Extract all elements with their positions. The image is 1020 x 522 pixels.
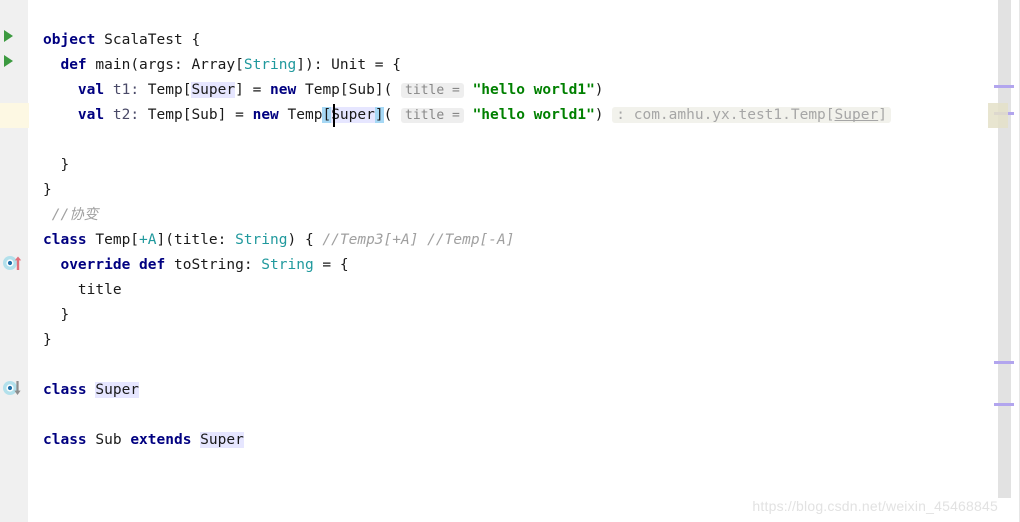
- bracket-close: ]: [235, 82, 244, 98]
- param-hint-title[interactable]: title =: [401, 83, 464, 98]
- code-line-17[interactable]: class Sub extends Super: [29, 428, 988, 453]
- bracket-close: ]: [217, 107, 227, 123]
- keyword-class: class: [43, 232, 87, 248]
- variable-t1: t1:: [112, 82, 140, 98]
- run-main-method-icon[interactable]: [4, 55, 13, 67]
- code-line-4[interactable]: val t2: Temp[Sub] = new Temp[Super]( tit…: [29, 103, 988, 128]
- generic-super-usage: Super: [331, 107, 375, 123]
- temp-bracket-open: Temp[: [147, 82, 192, 98]
- type-array: Array[: [191, 57, 244, 73]
- scrollbar-thumb[interactable]: [998, 0, 1011, 498]
- code-line-9[interactable]: class Temp[+A](title: String) { //Temp3[…: [29, 228, 988, 253]
- variable-t2: t2:: [112, 107, 140, 123]
- keyword-extends: extends: [130, 432, 192, 448]
- type-string: String: [235, 232, 288, 248]
- keyword-def: def: [139, 257, 166, 273]
- temp-bracket-open: Temp[: [304, 82, 349, 98]
- type-hint-path: com.amhu.yx.test1.Temp[: [633, 107, 835, 123]
- code-area[interactable]: object ScalaTest { def main(args: Array[…: [29, 0, 988, 522]
- brace-close: }: [60, 157, 70, 173]
- assign-open-brace: = {: [322, 257, 349, 273]
- bracket-close-matched: ]: [374, 107, 384, 123]
- identifier-title: title: [77, 282, 122, 298]
- class-name-sub: Sub: [95, 432, 122, 448]
- generic-sub: Sub: [348, 82, 375, 98]
- paren-open: (: [383, 82, 393, 98]
- code-line-3[interactable]: val t1: Temp[Super] = new Temp[Sub]( tit…: [29, 78, 988, 103]
- comment-covariance: //协变: [51, 207, 99, 223]
- temp-ctor-params: ](title:: [156, 232, 227, 248]
- class-name-temp: Temp[: [95, 232, 140, 248]
- generic-super-usage: Super: [191, 82, 236, 98]
- param-hint-title[interactable]: title =: [401, 108, 464, 123]
- keyword-class: class: [43, 432, 87, 448]
- keyword-object: object: [43, 32, 96, 48]
- keyword-val: val: [77, 107, 105, 123]
- code-line-6[interactable]: }: [29, 153, 988, 178]
- method-name-tostring: toString:: [173, 257, 253, 273]
- type-hint-suffix: ]: [878, 107, 887, 123]
- run-object-scalatest-icon[interactable]: [4, 30, 13, 42]
- equals-sign: =: [235, 107, 244, 123]
- paren-close: ): [594, 82, 604, 98]
- warning-marker-1[interactable]: [994, 85, 1014, 88]
- keyword-val: val: [77, 82, 105, 98]
- type-hint-colon: :: [616, 107, 625, 123]
- warning-marker-4[interactable]: [994, 403, 1014, 406]
- brace-close: }: [43, 332, 52, 348]
- code-line-15[interactable]: class Super: [29, 378, 988, 403]
- code-line-12[interactable]: }: [29, 303, 988, 328]
- paren-open: (: [383, 107, 393, 123]
- main-signature-tail: ]): Unit = {: [296, 57, 401, 73]
- code-line-1[interactable]: object ScalaTest {: [29, 28, 988, 53]
- overriding-method-icon[interactable]: [2, 254, 28, 272]
- class-name-super: Super: [95, 382, 140, 398]
- keyword-def: def: [60, 57, 87, 73]
- string-hello-world1: "hello world1": [472, 107, 595, 123]
- keyword-override: override: [60, 257, 131, 273]
- string-hello-world1: "hello world1": [472, 82, 595, 98]
- warning-marker-3[interactable]: [994, 361, 1014, 364]
- temp-word: Temp: [287, 107, 323, 123]
- keyword-class: class: [43, 382, 87, 398]
- comment-variance-options: //Temp3[+A] //Temp[-A]: [322, 232, 515, 248]
- type-hint-super: Super: [834, 107, 879, 123]
- code-line-13[interactable]: }: [29, 328, 988, 353]
- type-string: String: [243, 57, 297, 73]
- paren-close: ): [594, 107, 604, 123]
- current-line-marker: [988, 103, 1008, 128]
- brace-close: }: [60, 307, 70, 323]
- main-args: (args:: [130, 57, 183, 73]
- overridden-by-icon[interactable]: [2, 379, 28, 397]
- text-caret: [333, 104, 335, 127]
- generic-sub: Sub: [191, 107, 218, 123]
- keyword-new: new: [270, 82, 297, 98]
- watermark-text: https://blog.csdn.net/weixin_45468845: [752, 498, 998, 514]
- equals-sign: =: [252, 82, 262, 98]
- code-editor[interactable]: object ScalaTest { def main(args: Array[…: [0, 0, 1020, 522]
- keyword-new: new: [252, 107, 279, 123]
- inline-type-hint[interactable]: : com.amhu.yx.test1.Temp[Super]: [612, 107, 891, 123]
- type-name-scalatest: ScalaTest: [104, 32, 183, 48]
- bracket-close: ]: [374, 82, 384, 98]
- code-line-10[interactable]: override def toString: String = {: [29, 253, 988, 278]
- code-line-8[interactable]: //协变: [29, 203, 988, 228]
- temp-bracket-open: Temp[: [147, 107, 192, 123]
- temp-ctor-tail: ) {: [287, 232, 314, 248]
- code-line-11[interactable]: title: [29, 278, 988, 303]
- method-name-main: main: [95, 57, 131, 73]
- code-line-2[interactable]: def main(args: Array[String]): Unit = {: [29, 53, 988, 78]
- type-string: String: [261, 257, 314, 273]
- bracket-open-matched: [: [322, 107, 332, 123]
- brace-close: }: [43, 182, 52, 198]
- marker-bar[interactable]: [988, 0, 1020, 522]
- class-name-super: Super: [200, 432, 244, 448]
- brace-open: {: [191, 32, 201, 48]
- variance-annotation: +A: [139, 232, 157, 248]
- code-line-7[interactable]: }: [29, 178, 988, 203]
